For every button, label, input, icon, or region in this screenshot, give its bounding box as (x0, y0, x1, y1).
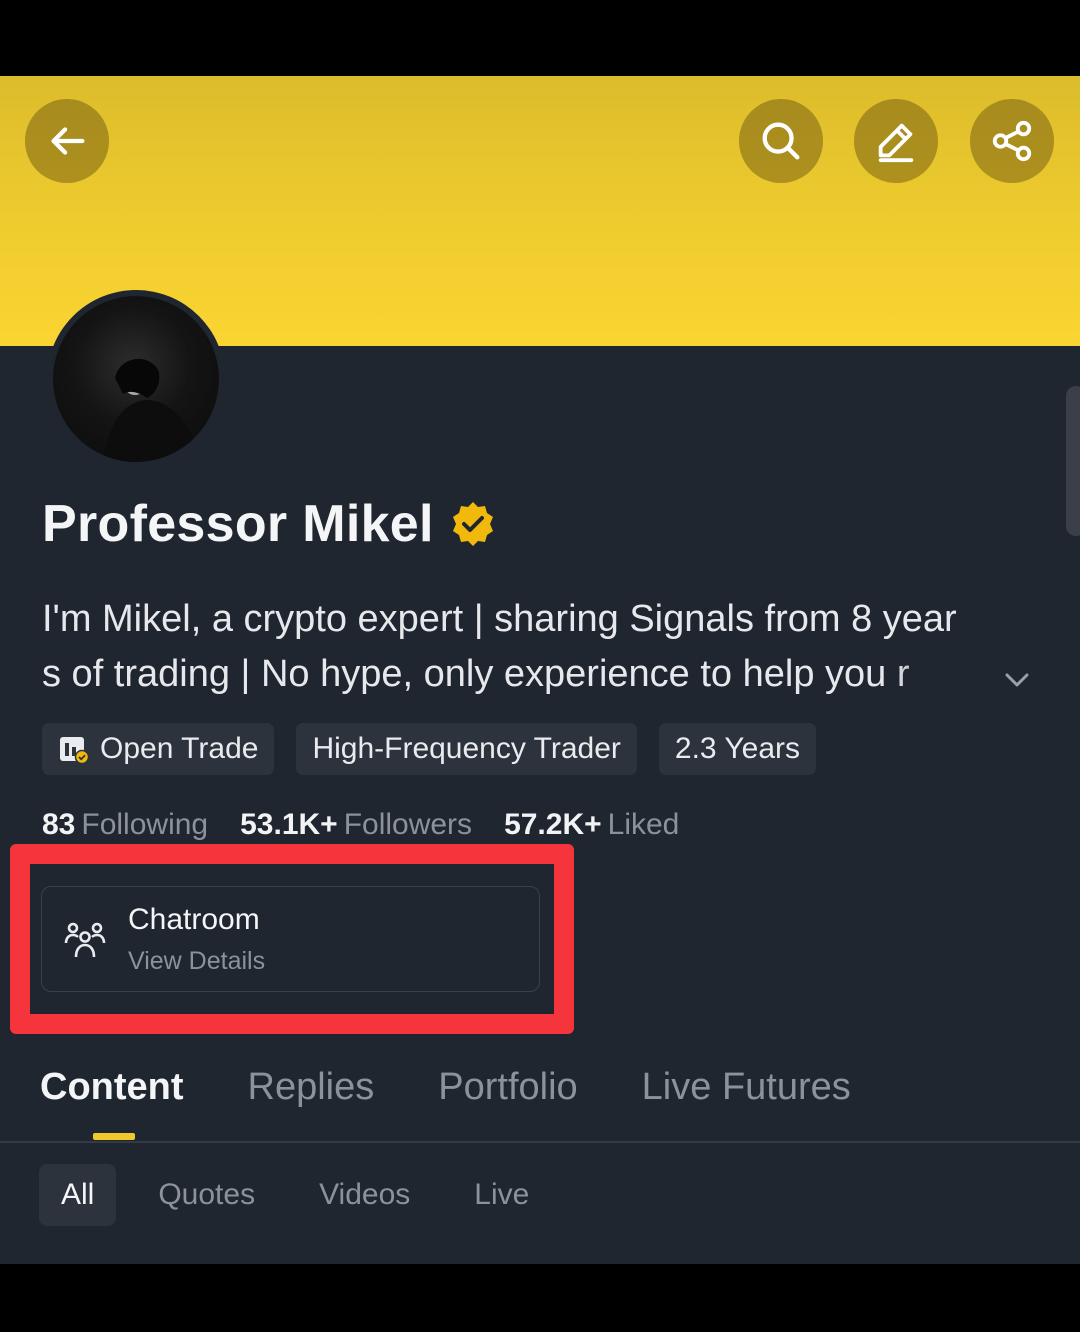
group-users-icon (64, 922, 106, 958)
followers-label: Followers (343, 808, 473, 841)
profile-panel (0, 346, 1080, 1264)
tag-trader-type[interactable]: High-Frequency Trader (296, 723, 637, 775)
tabs-divider (0, 1141, 1080, 1143)
following-count: 83 (42, 808, 76, 841)
scroll-handle[interactable] (1066, 386, 1080, 536)
bio-line-1: I'm Mikel, a crypto expert | sharing Sig… (42, 598, 957, 640)
stat-following[interactable]: 83 Following (42, 808, 208, 842)
tag-open-trade-label: Open Trade (100, 732, 259, 765)
liked-count: 57.2K+ (504, 808, 602, 841)
filter-live[interactable]: Live (452, 1164, 551, 1226)
bio-line-2: s of trading | No hype, only experience … (42, 653, 910, 695)
tab-live-futures[interactable]: Live Futures (642, 1066, 851, 1109)
arrow-left-icon (51, 127, 85, 155)
profile-name: Professor Mikel (42, 495, 434, 553)
edit-profile-button[interactable] (854, 99, 938, 183)
following-label: Following (81, 808, 209, 841)
content-filters: All Quotes Videos Live (39, 1164, 571, 1226)
navigation-bar-area (0, 1264, 1080, 1332)
liked-label: Liked (607, 808, 680, 841)
filter-videos[interactable]: Videos (297, 1164, 432, 1226)
back-button[interactable] (25, 99, 109, 183)
active-tab-indicator (93, 1133, 135, 1140)
avatar-photo (53, 296, 219, 462)
chatroom-view-details: View Details (128, 947, 266, 975)
filter-all[interactable]: All (39, 1164, 117, 1226)
chatroom-title: Chatroom (128, 903, 260, 936)
stat-liked: 57.2K+ Liked (504, 808, 679, 842)
stat-followers[interactable]: 53.1K+ Followers (240, 808, 472, 842)
profile-screen: Professor Mikel I'm Mikel, a crypto expe… (0, 0, 1080, 1332)
followers-count: 53.1K+ (240, 808, 338, 841)
search-button[interactable] (739, 99, 823, 183)
profile-stats: 83 Following 53.1K+ Followers 57.2K+ Liked (42, 808, 711, 842)
share-icon (992, 120, 1032, 162)
profile-bio[interactable]: I'm Mikel, a crypto expert | sharing Sig… (42, 592, 1042, 702)
share-button[interactable] (970, 99, 1054, 183)
profile-tags: Open Trade High-Frequency Trader 2.3 Yea… (42, 723, 817, 775)
tab-replies[interactable]: Replies (248, 1066, 375, 1109)
profile-name-row: Professor Mikel (42, 494, 498, 554)
status-bar-area (0, 0, 1080, 76)
open-trade-icon (60, 737, 90, 765)
chevron-down-icon[interactable] (1002, 665, 1032, 695)
tag-open-trade[interactable]: Open Trade (42, 723, 275, 775)
tag-experience-label: 2.3 Years (674, 732, 801, 765)
tab-content[interactable]: Content (40, 1066, 184, 1109)
search-icon (762, 122, 800, 160)
filter-quotes[interactable]: Quotes (136, 1164, 277, 1226)
tab-portfolio[interactable]: Portfolio (438, 1066, 577, 1109)
tag-trader-type-label: High-Frequency Trader (312, 732, 621, 765)
tag-experience[interactable]: 2.3 Years (658, 723, 817, 775)
chatroom-card[interactable]: Chatroom View Details (41, 886, 540, 992)
edit-pencil-icon (878, 123, 914, 163)
avatar[interactable] (47, 290, 225, 468)
profile-tabs: Content Replies Portfolio Live Futures (40, 1066, 915, 1109)
verified-badge-icon (452, 502, 493, 546)
